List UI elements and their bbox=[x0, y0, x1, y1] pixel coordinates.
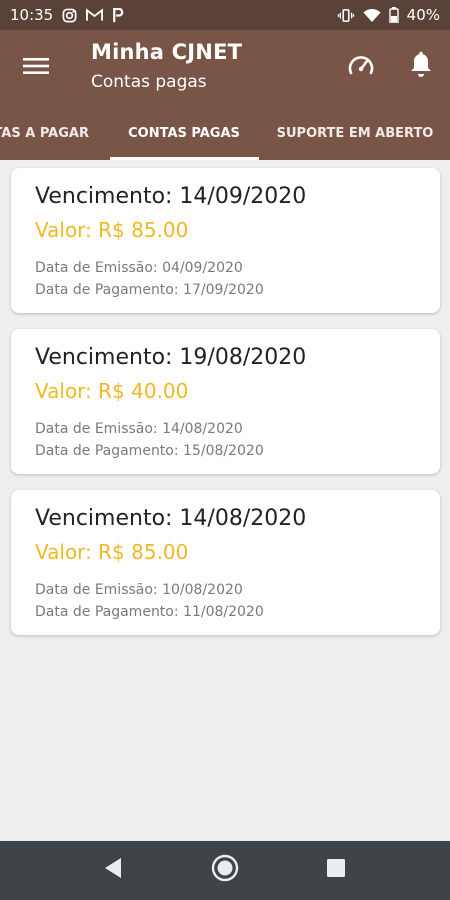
tab-contas-a-pagar[interactable]: TAS A PAGAR bbox=[0, 106, 95, 160]
bill-issue-date: Data de Emissão: 14/08/2020 bbox=[35, 421, 243, 437]
battery-icon bbox=[388, 7, 399, 23]
bill-issue-date: Data de Emissão: 10/08/2020 bbox=[35, 582, 243, 598]
speedtest-button[interactable] bbox=[344, 50, 378, 84]
bill-card[interactable]: Vencimento: 14/08/2020 Valor: R$ 85.00 D… bbox=[11, 490, 440, 635]
bill-payment-date: Data de Pagamento: 11/08/2020 bbox=[35, 604, 264, 620]
gmail-icon bbox=[86, 8, 104, 22]
tab-bar: TAS A PAGAR CONTAS PAGAS SUPORTE EM ABER… bbox=[0, 106, 450, 160]
back-button[interactable] bbox=[98, 855, 128, 885]
bill-card[interactable]: Vencimento: 14/09/2020 Valor: R$ 85.00 D… bbox=[11, 168, 440, 313]
notifications-button[interactable] bbox=[404, 50, 438, 84]
recents-button[interactable] bbox=[321, 855, 351, 885]
tab-suporte-em-aberto[interactable]: SUPORTE EM ABERTO bbox=[266, 106, 444, 160]
bill-value: Valor: R$ 85.00 bbox=[35, 540, 189, 564]
bill-value: Valor: R$ 85.00 bbox=[35, 218, 189, 242]
bill-due-date: Vencimento: 14/09/2020 bbox=[35, 184, 307, 209]
status-bar: 10:35 40% bbox=[0, 0, 450, 30]
bill-card[interactable]: Vencimento: 19/08/2020 Valor: R$ 40.00 D… bbox=[11, 329, 440, 474]
selected-tab-indicator bbox=[110, 157, 259, 160]
menu-button[interactable] bbox=[22, 54, 50, 82]
bill-value: Valor: R$ 40.00 bbox=[35, 379, 189, 403]
bell-icon bbox=[409, 51, 433, 83]
bill-payment-date: Data de Pagamento: 17/09/2020 bbox=[35, 282, 264, 298]
vibrate-icon bbox=[337, 8, 355, 23]
bill-due-date: Vencimento: 14/08/2020 bbox=[35, 506, 307, 531]
bill-issue-date: Data de Emissão: 04/09/2020 bbox=[35, 260, 243, 276]
wifi-icon bbox=[363, 8, 381, 23]
app-bar: Minha CJNET Contas pagas bbox=[0, 30, 450, 106]
paypal-icon bbox=[112, 7, 124, 23]
battery-percentage: 40% bbox=[406, 6, 440, 24]
app-subtitle: Contas pagas bbox=[91, 72, 207, 92]
hamburger-menu-icon bbox=[23, 56, 49, 80]
back-icon bbox=[103, 857, 123, 883]
app-title: Minha CJNET bbox=[91, 40, 243, 64]
tab-contas-pagas[interactable]: CONTAS PAGAS bbox=[110, 106, 258, 160]
status-time: 10:35 bbox=[10, 6, 54, 24]
home-icon bbox=[210, 853, 240, 887]
speedometer-icon bbox=[347, 53, 375, 81]
recents-icon bbox=[326, 858, 346, 882]
navigation-bar bbox=[0, 841, 450, 900]
home-button[interactable] bbox=[210, 853, 240, 887]
bill-due-date: Vencimento: 19/08/2020 bbox=[35, 345, 307, 370]
bill-payment-date: Data de Pagamento: 15/08/2020 bbox=[35, 443, 264, 459]
instagram-icon bbox=[62, 8, 77, 23]
